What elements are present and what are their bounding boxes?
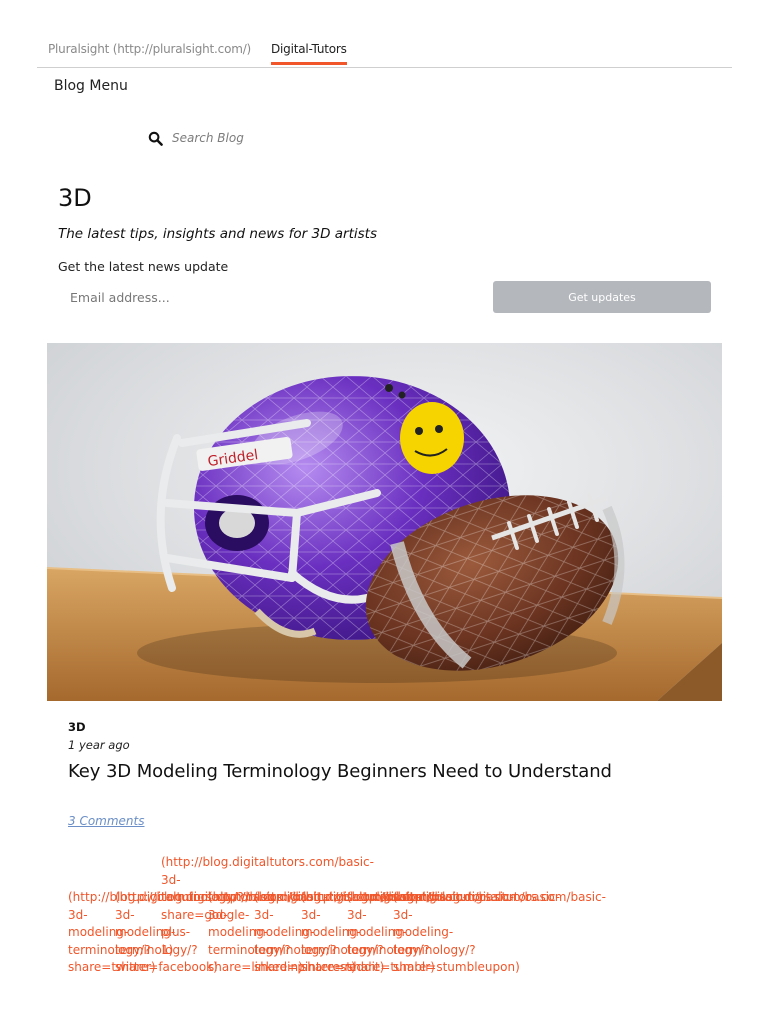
tab-pluralsight[interactable]: Pluralsight (http://pluralsight.com/) [48, 42, 251, 56]
newsletter-label: Get the latest news update [58, 259, 229, 274]
category-title: 3D [58, 184, 92, 212]
tab-digital-tutors[interactable]: Digital-Tutors [271, 42, 347, 65]
post-hero-image[interactable]: Griddel [47, 343, 722, 701]
email-field[interactable] [62, 283, 462, 311]
search-box [148, 128, 332, 148]
post-category[interactable]: 3D [68, 720, 86, 734]
blog-menu-button[interactable]: Blog Menu [54, 78, 128, 94]
get-updates-button[interactable]: Get updates [493, 281, 711, 313]
comments-link[interactable]: 3 Comments [68, 814, 145, 828]
category-description: The latest tips, insights and news for 3… [58, 226, 377, 242]
share-link-stumbleupon[interactable]: (http://blog.digitaltutors.com/basic- 3d… [393, 889, 606, 977]
search-icon[interactable] [148, 131, 163, 146]
post-timestamp: 1 year ago [68, 738, 130, 752]
search-input[interactable] [172, 131, 332, 145]
helmet-football-illustration: Griddel [47, 343, 722, 701]
post-title[interactable]: Key 3D Modeling Terminology Beginners Ne… [68, 761, 612, 782]
top-nav: Pluralsight (http://pluralsight.com/) Di… [37, 40, 732, 68]
